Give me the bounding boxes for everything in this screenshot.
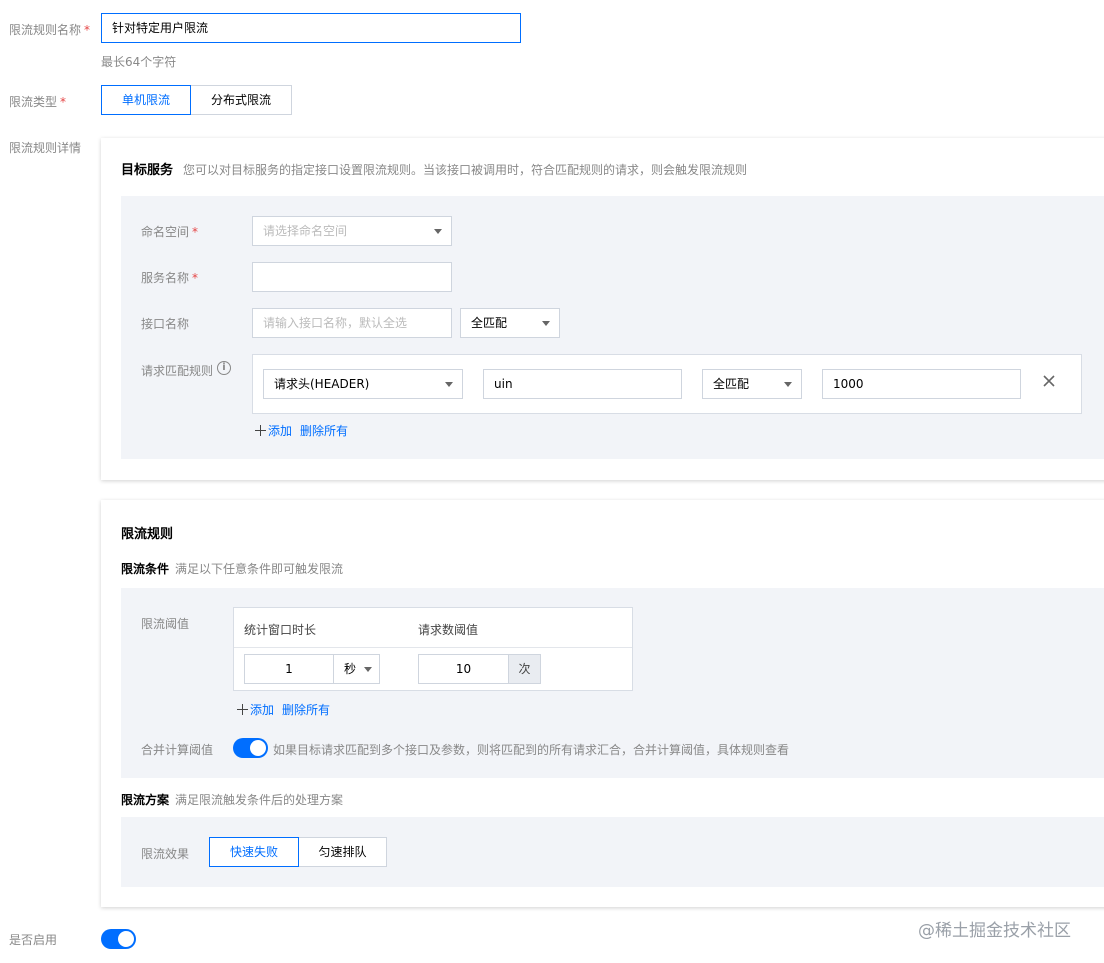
window-value-input[interactable]: 1 bbox=[244, 654, 334, 684]
toggle-knob bbox=[250, 740, 266, 756]
limit-condition-title: 限流条件 bbox=[121, 562, 170, 576]
window-unit-select[interactable]: 秒 bbox=[333, 654, 380, 684]
chevron-down-icon bbox=[784, 382, 792, 387]
watermark: @稀土掘金技术社区 bbox=[918, 921, 1071, 941]
enabled-label: 是否启用 bbox=[9, 933, 58, 947]
plus-icon bbox=[237, 704, 248, 715]
delete-all-match-rules-link[interactable]: 删除所有 bbox=[300, 422, 348, 439]
limit-plan-form: 限流效果 快速失败 匀速排队 bbox=[121, 817, 1104, 887]
target-service-form: 命名空间 * 请选择命名空间 服务名称 * 接口名称 请输入接口名称，默认全选 全匹… bbox=[121, 196, 1104, 459]
api-match-value: 全匹配 bbox=[471, 316, 508, 330]
limit-plan-desc: 满足限流触发条件后的处理方案 bbox=[175, 793, 344, 807]
col-count-header: 请求数阈值 bbox=[418, 623, 479, 637]
chevron-down-icon bbox=[542, 321, 550, 326]
limit-plan-heading: 限流方案 满足限流触发条件后的处理方案 bbox=[121, 791, 343, 808]
rule-name-input[interactable]: 针对特定用户限流 bbox=[101, 13, 521, 43]
limit-effect-label: 限流效果 bbox=[141, 847, 190, 861]
target-service-panel: 目标服务 您可以对目标服务的指定接口设置限流规则。当该接口被调用时，符合匹配规则… bbox=[101, 138, 1104, 480]
uniform-queue-button[interactable]: 匀速排队 bbox=[298, 837, 387, 867]
threshold-table: 统计窗口时长 请求数阈值 1 秒 10 次 bbox=[233, 607, 633, 691]
match-key-input[interactable]: uin bbox=[483, 369, 682, 399]
namespace-label: 命名空间 * bbox=[141, 225, 199, 239]
match-rule-label: 请求匹配规则 bbox=[141, 364, 214, 378]
plus-icon bbox=[255, 425, 266, 436]
match-type-select[interactable]: 请求头(HEADER) bbox=[263, 369, 463, 399]
service-label: 服务名称 * bbox=[141, 271, 199, 285]
required-mark: * bbox=[84, 23, 91, 37]
rule-name-hint: 最长64个字符 bbox=[101, 55, 177, 69]
service-input[interactable] bbox=[252, 262, 452, 292]
fast-fail-button[interactable]: 快速失败 bbox=[209, 837, 299, 867]
limit-condition-desc: 满足以下任意条件即可触发限流 bbox=[175, 562, 344, 576]
namespace-select[interactable]: 请选择命名空间 bbox=[252, 216, 452, 246]
rule-name-label: 限流规则名称 * bbox=[9, 23, 91, 37]
api-input[interactable]: 请输入接口名称，默认全选 bbox=[252, 308, 452, 338]
rule-type-label: 限流类型 * bbox=[9, 95, 67, 109]
limit-condition-heading: 限流条件 满足以下任意条件即可触发限流 bbox=[121, 560, 343, 577]
match-mode-value: 全匹配 bbox=[713, 377, 750, 391]
required-mark: * bbox=[192, 271, 199, 285]
namespace-placeholder: 请选择命名空间 bbox=[263, 224, 348, 238]
match-row: 请求头(HEADER) uin 全匹配 1000 bbox=[252, 354, 1082, 414]
delete-all-thresholds-link[interactable]: 删除所有 bbox=[282, 701, 330, 718]
target-service-desc: 您可以对目标服务的指定接口设置限流规则。当该接口被调用时，符合匹配规则的请求，则… bbox=[183, 163, 748, 177]
add-threshold-link[interactable]: 添加 bbox=[250, 701, 274, 718]
required-mark: * bbox=[192, 225, 199, 239]
required-mark: * bbox=[60, 95, 67, 109]
match-mode-select[interactable]: 全匹配 bbox=[702, 369, 802, 399]
merge-threshold-desc: 如果目标请求匹配到多个接口及参数，则将匹配到的所有请求汇合，合并计算阈值，具体规… bbox=[273, 743, 790, 757]
match-value-input[interactable]: 1000 bbox=[822, 369, 1021, 399]
rule-type-distributed-button[interactable]: 分布式限流 bbox=[190, 85, 292, 115]
limit-plan-title: 限流方案 bbox=[121, 793, 170, 807]
count-unit-addon: 次 bbox=[508, 654, 541, 684]
api-label: 接口名称 bbox=[141, 317, 190, 331]
chevron-down-icon bbox=[364, 667, 372, 672]
target-service-title: 目标服务 bbox=[121, 163, 174, 178]
chevron-down-icon bbox=[445, 382, 453, 387]
rule-detail-label: 限流规则详情 bbox=[9, 141, 82, 155]
limit-condition-form: 限流阈值 统计窗口时长 请求数阈值 1 秒 10 次 添加 删除所有 合并计算阈… bbox=[121, 588, 1104, 778]
info-icon[interactable]: i bbox=[217, 361, 231, 375]
merge-threshold-toggle[interactable] bbox=[233, 738, 268, 758]
table-divider bbox=[234, 647, 632, 648]
window-unit-value: 秒 bbox=[344, 662, 357, 676]
threshold-label: 限流阈值 bbox=[141, 617, 190, 631]
rule-type-standalone-button[interactable]: 单机限流 bbox=[101, 85, 191, 115]
col-window-header: 统计窗口时长 bbox=[244, 623, 317, 637]
limit-rule-title: 限流规则 bbox=[121, 527, 174, 542]
limit-rule-panel: 限流规则 限流条件 满足以下任意条件即可触发限流 限流阈值 统计窗口时长 请求数阈… bbox=[101, 500, 1104, 907]
enabled-toggle[interactable] bbox=[101, 929, 136, 949]
api-match-select[interactable]: 全匹配 bbox=[460, 308, 560, 338]
merge-threshold-label: 合并计算阈值 bbox=[141, 743, 214, 757]
close-icon[interactable] bbox=[1041, 373, 1057, 389]
add-match-rule-link[interactable]: 添加 bbox=[268, 422, 292, 439]
count-value-input[interactable]: 10 bbox=[418, 654, 509, 684]
match-type-value: 请求头(HEADER) bbox=[274, 377, 370, 391]
chevron-down-icon bbox=[434, 229, 442, 234]
toggle-knob bbox=[118, 931, 134, 947]
